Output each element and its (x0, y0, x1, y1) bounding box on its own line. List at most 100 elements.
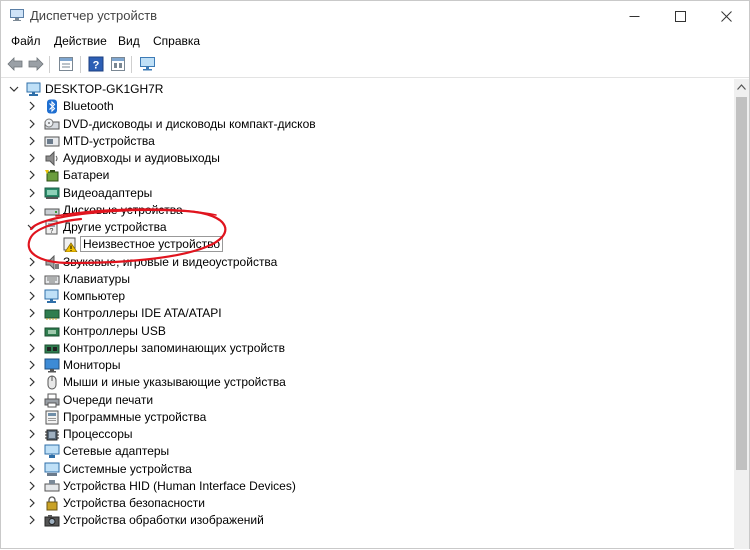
software-device-icon (45, 410, 59, 425)
tree-item-label: Контроллеры IDE ATA/ATAPI (63, 306, 222, 321)
display-adapter-icon (44, 187, 60, 199)
tree-item-label: Bluetooth (63, 99, 114, 114)
usb-controller-icon (44, 327, 60, 336)
tree-category-item[interactable]: Клавиатуры (2, 271, 734, 288)
network-adapter-icon (44, 444, 60, 459)
tree-category-item[interactable]: Звуковые, игровые и видеоустройства (2, 254, 734, 271)
tree-category-item[interactable]: Компьютер (2, 288, 734, 305)
tree-item-label: Контроллеры USB (63, 323, 166, 338)
menu-bar: Файл Действие Вид Справка (1, 32, 749, 51)
chevron-right-icon[interactable] (27, 515, 37, 525)
chevron-down-icon[interactable] (9, 84, 19, 94)
toolbar-separator (80, 56, 81, 73)
tree-item-label: Дисковые устройства (63, 202, 183, 217)
tree-category-item[interactable]: Дисковые устройства (2, 202, 734, 219)
chevron-right-icon[interactable] (27, 481, 37, 491)
tree-category-item[interactable]: Процессоры (2, 426, 734, 443)
tree-category-item[interactable]: Контроллеры USB (2, 323, 734, 340)
tree-category-item[interactable]: Очереди печати (2, 392, 734, 409)
tree-child-item[interactable]: Неизвестное устройство (2, 236, 734, 253)
chevron-right-icon[interactable] (27, 446, 37, 456)
chevron-right-icon[interactable] (27, 274, 37, 284)
scroll-up-button[interactable] (734, 79, 749, 95)
dvd-drive-icon (44, 118, 60, 129)
tree-category-item[interactable]: Видеоадаптеры (2, 185, 734, 202)
tree-item-label: Батареи (63, 168, 110, 183)
tree-category-item[interactable]: Устройства обработки изображений (2, 512, 734, 529)
keyboard-icon (44, 275, 60, 285)
computer-icon (44, 289, 59, 303)
close-button[interactable] (703, 1, 749, 32)
chevron-right-icon[interactable] (27, 377, 37, 387)
properties-button[interactable] (57, 55, 75, 73)
tree-category-item[interactable]: MTD-устройства (2, 133, 734, 150)
toolbar-separator (49, 56, 50, 73)
chevron-right-icon[interactable] (27, 412, 37, 422)
chevron-right-icon[interactable] (27, 136, 37, 146)
tree-item-label: Аудиовходы и аудиовыходы (63, 151, 220, 165)
update-driver-button[interactable] (109, 55, 127, 73)
minimize-button[interactable] (611, 1, 657, 32)
chevron-right-icon[interactable] (27, 119, 37, 129)
tree-category-item[interactable]: Устройства безопасности (2, 495, 734, 512)
other-devices-icon: ? (45, 220, 58, 235)
tree-category-item[interactable]: Аудиовходы и аудиовыходы (2, 150, 734, 167)
chevron-up-icon (737, 84, 746, 90)
tree-category-item[interactable]: Контроллеры IDE ATA/ATAPI (2, 305, 734, 322)
chevron-down-icon[interactable] (27, 222, 37, 232)
svg-text:?: ? (50, 228, 54, 235)
properties-icon (59, 57, 73, 71)
tree-category-item[interactable]: Мониторы (2, 357, 734, 374)
scrollbar-thumb[interactable] (736, 97, 747, 470)
chevron-right-icon[interactable] (27, 101, 37, 111)
storage-controller-icon (44, 344, 60, 354)
toolbar-separator (131, 56, 132, 73)
chevron-right-icon[interactable] (27, 188, 37, 198)
back-button[interactable] (6, 55, 24, 73)
ide-controller-icon (44, 309, 60, 321)
scan-hardware-button[interactable] (139, 55, 157, 73)
tree-item-label: Неизвестное устройство (79, 236, 224, 253)
tree-category-item[interactable]: Программные устройства (2, 409, 734, 426)
tree-root[interactable]: DESKTOP-GK1GH7R (2, 81, 734, 98)
title-bar: Диспетчер устройств (1, 1, 749, 32)
menu-action[interactable]: Действие (53, 33, 108, 49)
chevron-right-icon[interactable] (27, 464, 37, 474)
chevron-right-icon[interactable] (27, 153, 37, 163)
forward-button[interactable] (27, 55, 45, 73)
chevron-right-icon[interactable] (27, 343, 37, 353)
tree-category-item[interactable]: Мыши и иные указывающие устройства (2, 374, 734, 391)
monitor-icon (44, 358, 60, 373)
chevron-right-icon[interactable] (27, 205, 37, 215)
tree-category-item[interactable]: Сетевые адаптеры (2, 443, 734, 460)
vertical-scrollbar[interactable] (734, 79, 749, 549)
tree-category-item[interactable]: ? Другие устройства (2, 219, 734, 236)
tree-category-item[interactable]: Батареи (2, 167, 734, 184)
tree-category-item[interactable]: Системные устройства (2, 461, 734, 478)
menu-file[interactable]: Файл (10, 33, 42, 49)
chevron-right-icon[interactable] (27, 257, 37, 267)
speaker-icon (45, 151, 58, 166)
tree-item-label: Устройства HID (Human Interface Devices) (63, 478, 296, 493)
help-button[interactable]: ? (87, 55, 105, 73)
chevron-right-icon[interactable] (27, 291, 37, 301)
tree-category-item[interactable]: Устройства HID (Human Interface Devices) (2, 478, 734, 495)
processor-icon (45, 429, 59, 441)
chevron-right-icon[interactable] (27, 326, 37, 336)
tree-category-item[interactable]: Bluetooth (2, 98, 734, 115)
tree-item-label: Программные устройства (63, 409, 207, 424)
maximize-button[interactable] (657, 1, 703, 32)
chevron-right-icon[interactable] (27, 360, 37, 370)
chevron-right-icon[interactable] (27, 395, 37, 405)
back-arrow-icon (7, 57, 23, 71)
chevron-right-icon[interactable] (27, 498, 37, 508)
menu-help[interactable]: Справка (152, 33, 201, 49)
chevron-right-icon[interactable] (27, 170, 37, 180)
tree-category-item[interactable]: DVD-дисководы и дисководы компакт-дисков (2, 116, 734, 133)
menu-view[interactable]: Вид (117, 33, 141, 49)
device-manager-window: Диспетчер устройств Файл Действие Вид Сп… (0, 0, 750, 549)
chevron-right-icon[interactable] (27, 429, 37, 439)
chevron-right-icon[interactable] (27, 308, 37, 318)
tree-category-item[interactable]: Контроллеры запоминающих устройств (2, 340, 734, 357)
window-title: Диспетчер устройств (30, 8, 158, 23)
